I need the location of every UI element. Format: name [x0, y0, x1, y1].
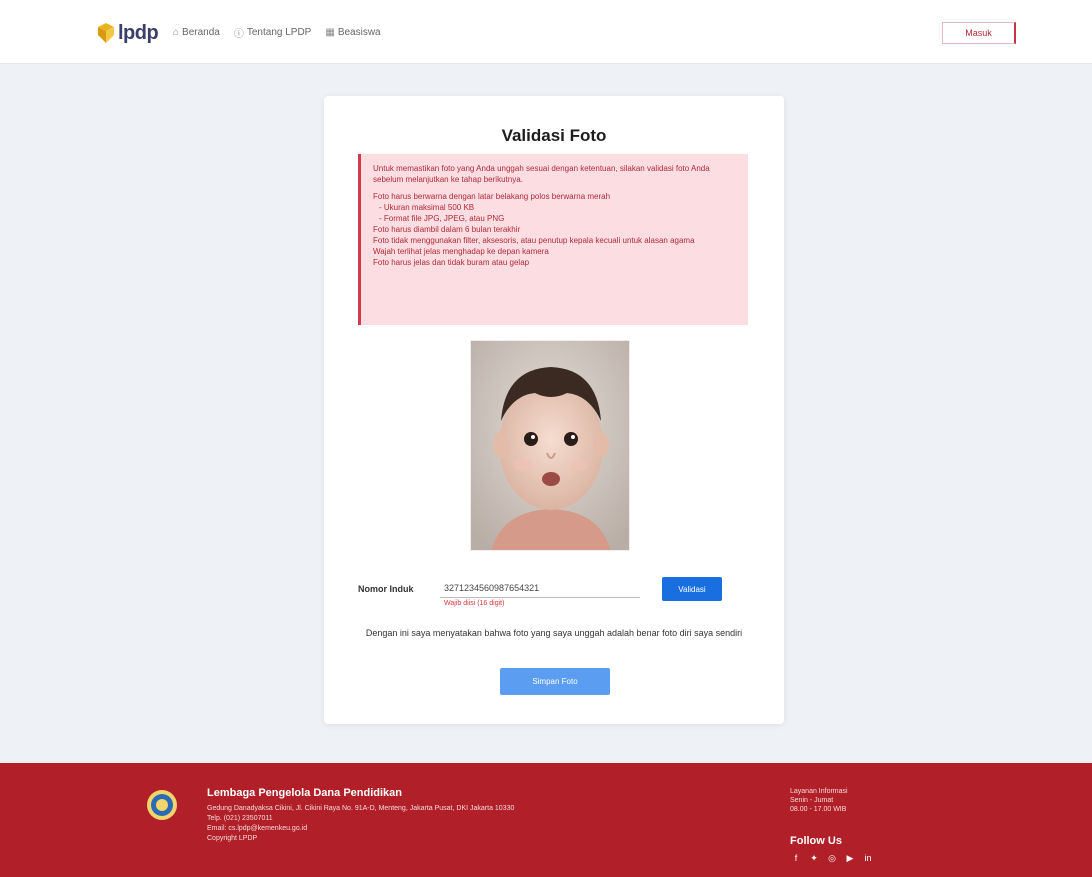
- page-title: Validasi Foto: [501, 126, 607, 145]
- list-item: Foto harus berwarna dengan latar belakan…: [373, 192, 611, 201]
- login-button[interactable]: Masuk: [942, 22, 1016, 44]
- social-links: f ✦ ◎ ▶ in: [790, 853, 874, 863]
- lpdp-logo[interactable]: lpdp: [96, 20, 159, 46]
- list-item: Foto harus jelas dan tidak buram atau ge…: [373, 258, 530, 267]
- info-icon: ⓘ: [233, 29, 244, 40]
- footer-org-name: Lembaga Pengelola Dana Pendidikan: [207, 787, 402, 799]
- id-number-input[interactable]: [440, 570, 640, 598]
- footer-address-line: Copyright LPDP: [207, 835, 258, 842]
- top-navbar: lpdp ⌂ Beranda ⓘ Tentang LPDP ▦ Beasiswa…: [0, 0, 1092, 64]
- footer-address-line: Telp. (021) 23507011: [207, 815, 273, 822]
- emblem-icon: [147, 790, 177, 820]
- list-item: Foto tidak menggunakan filter, aksesoris…: [373, 236, 695, 245]
- nav-item-label: Beasiswa: [337, 27, 381, 38]
- id-number-hint: Wajib diisi (16 digit): [444, 600, 505, 607]
- nav-item-label: Tentang LPDP: [246, 27, 312, 38]
- list-item: - Format file JPG, JPEG, atau PNG: [379, 214, 505, 223]
- baby-portrait-image: [471, 341, 629, 550]
- requirements-alert: Untuk memastikan foto yang Anda unggah s…: [358, 154, 748, 325]
- list-item: Wajah terlihat jelas menghadap ke depan …: [373, 247, 549, 256]
- instagram-icon[interactable]: ◎: [826, 853, 838, 863]
- alert-intro: Untuk memastikan foto yang Anda unggah s…: [373, 164, 710, 184]
- nav-item-label: Beranda: [182, 27, 220, 38]
- logo-text: lpdp: [118, 21, 159, 44]
- footer-address-line: Gedung Danadyaksa Cikini, Jl. Cikini Ray…: [207, 805, 515, 812]
- photo-validation-card: Validasi Foto Untuk memastikan foto yang…: [324, 96, 784, 724]
- list-item: Foto harus diambil dalam 6 bulan terakhi…: [373, 225, 521, 234]
- nav-item-scholarship[interactable]: ▦ Beasiswa: [325, 25, 380, 40]
- grid-icon: ▦: [325, 27, 335, 38]
- footer-address-line: Email: cs.lpdp@kemenkeu.go.id: [207, 825, 308, 832]
- validate-button[interactable]: Validasi: [662, 577, 722, 601]
- footer-contact: Layanan Informasi Senin - Jumat 08.00 - …: [790, 787, 990, 814]
- footer-address: Gedung Danadyaksa Cikini, Jl. Cikini Ray…: [207, 804, 647, 844]
- declaration-note: Dengan ini saya menyatakan bahwa foto ya…: [365, 628, 743, 638]
- linkedin-icon[interactable]: in: [862, 853, 874, 863]
- save-photo-button[interactable]: Simpan Foto: [500, 668, 610, 695]
- site-footer: Lembaga Pengelola Dana Pendidikan Gedung…: [0, 763, 1092, 877]
- footer-contact-line: Layanan Informasi: [790, 788, 848, 795]
- nav-item-about[interactable]: ⓘ Tentang LPDP: [234, 25, 312, 40]
- uploaded-photo: [470, 340, 630, 551]
- requirements-list: Foto harus berwarna dengan latar belakan…: [373, 191, 738, 268]
- logo-mark-icon: [98, 23, 114, 43]
- youtube-icon[interactable]: ▶: [844, 853, 856, 863]
- home-icon: ⌂: [173, 27, 180, 38]
- footer-contact-line: 08.00 - 17.00 WIB: [790, 806, 847, 813]
- follow-us-heading: Follow Us: [790, 835, 842, 847]
- nav-item-home[interactable]: ⌂ Beranda: [173, 25, 220, 40]
- footer-contact-line: Senin - Jumat: [790, 797, 834, 804]
- id-number-label: Nomor Induk: [358, 584, 414, 594]
- facebook-icon[interactable]: f: [790, 853, 802, 863]
- twitter-icon[interactable]: ✦: [808, 853, 820, 863]
- main-nav: ⌂ Beranda ⓘ Tentang LPDP ▦ Beasiswa: [173, 25, 381, 40]
- list-item: - Ukuran maksimal 500 KB: [379, 203, 475, 212]
